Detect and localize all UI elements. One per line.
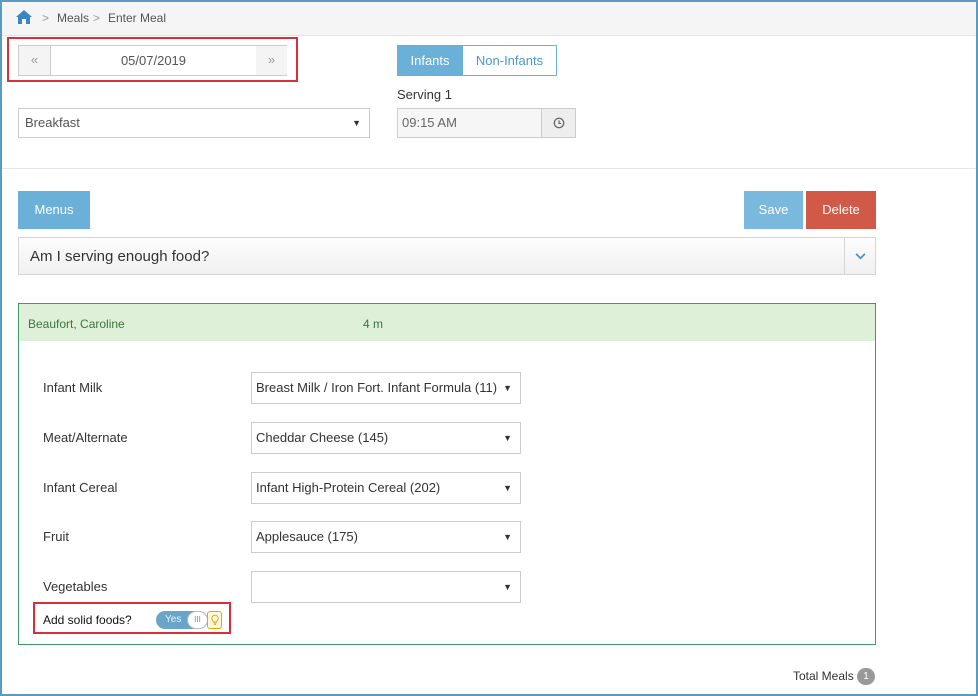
food-value: Cheddar Cheese (145) (256, 430, 389, 445)
accordion-title: Am I serving enough food? (30, 248, 210, 265)
solid-foods-hint-button[interactable] (207, 611, 222, 629)
time-picker-button[interactable] (541, 108, 576, 138)
breadcrumb-meals[interactable]: Meals (57, 11, 89, 25)
food-value: Applesauce (175) (256, 529, 358, 544)
meal-type-value: Breakfast (25, 115, 80, 130)
food-label-infant-milk: Infant Milk (43, 380, 103, 395)
chevron-down-icon (855, 253, 865, 260)
food-value: Infant High-Protein Cereal (202) (256, 480, 441, 495)
child-header: Beaufort, Caroline 4 m (19, 304, 875, 341)
tab-non-infants[interactable]: Non-Infants (462, 45, 557, 76)
caret-down-icon: ▼ (500, 423, 512, 453)
solid-foods-label: Add solid foods? (43, 613, 132, 627)
prev-date-button[interactable]: « (19, 46, 50, 75)
caret-down-icon: ▼ (500, 522, 512, 552)
breadcrumb-separator: > (93, 11, 101, 25)
date-field[interactable]: 05/07/2019 (50, 46, 257, 75)
caret-down-icon: ▼ (500, 473, 512, 503)
date-navigator: « 05/07/2019 » (18, 45, 287, 76)
caret-down-icon: ▼ (500, 373, 512, 403)
food-label-infant-cereal: Infant Cereal (43, 480, 118, 495)
home-icon[interactable] (15, 9, 33, 25)
caret-down-icon: ▼ (352, 118, 361, 128)
breadcrumb: > Meals > Enter Meal (2, 2, 976, 36)
food-select-meat-alternate[interactable]: Cheddar Cheese (145) ▼ (251, 422, 521, 454)
solid-foods-toggle[interactable]: Yes III (156, 611, 208, 629)
food-select-infant-milk[interactable]: Breast Milk / Iron Fort. Infant Formula … (251, 372, 521, 404)
menus-button[interactable]: Menus (18, 191, 90, 229)
caret-down-icon: ▼ (500, 572, 512, 602)
total-meals-badge: 1 (857, 668, 875, 685)
total-meals-label: Total Meals (793, 669, 854, 683)
breadcrumb-separator: > (42, 11, 50, 25)
food-value: Breast Milk / Iron Fort. Infant Formula … (256, 380, 498, 395)
accordion-toggle-button[interactable] (844, 238, 875, 274)
clock-icon (553, 117, 564, 129)
food-select-vegetables[interactable]: ▼ (251, 571, 521, 603)
save-button[interactable]: Save (744, 191, 803, 229)
tab-infants[interactable]: Infants (397, 45, 463, 76)
food-label-fruit: Fruit (43, 529, 69, 544)
next-date-button[interactable]: » (256, 46, 287, 75)
food-label-meat-alternate: Meat/Alternate (43, 430, 128, 445)
child-age: 4 m (363, 317, 384, 331)
lightbulb-icon (210, 614, 219, 625)
child-name: Beaufort, Caroline (28, 317, 125, 331)
food-select-fruit[interactable]: Applesauce (175) ▼ (251, 521, 521, 553)
serving-label: Serving 1 (397, 87, 452, 102)
breadcrumb-enter-meal: Enter Meal (108, 11, 167, 25)
food-label-vegetables: Vegetables (43, 579, 108, 594)
toggle-knob[interactable]: III (187, 611, 208, 629)
toggle-yes-text: Yes (165, 614, 182, 625)
serving-time-input[interactable]: 09:15 AM (397, 108, 542, 138)
delete-button[interactable]: Delete (806, 191, 876, 229)
food-select-infant-cereal[interactable]: Infant High-Protein Cereal (202) ▼ (251, 472, 521, 504)
divider (2, 168, 976, 169)
meal-type-select[interactable]: Breakfast ▼ (18, 108, 370, 138)
serving-guidance-accordion[interactable]: Am I serving enough food? (18, 237, 876, 275)
